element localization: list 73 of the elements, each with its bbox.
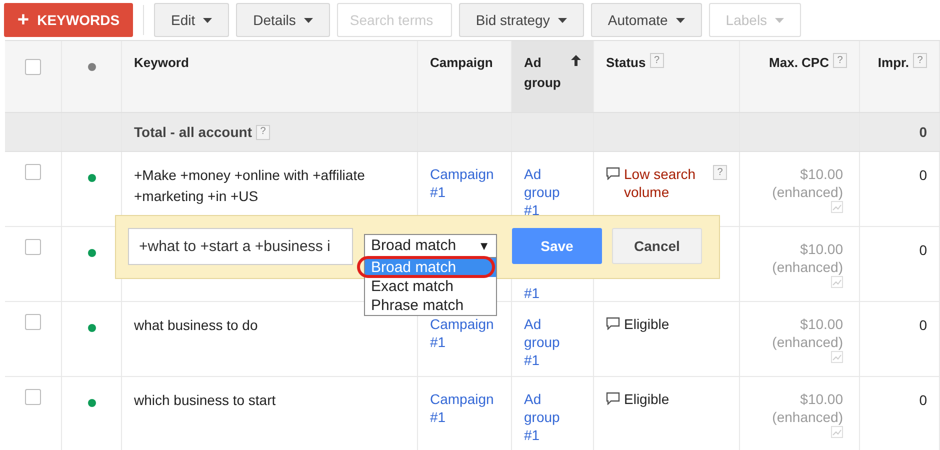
match-type-option[interactable]: Exact match — [365, 277, 496, 296]
status-text: Low search volume — [624, 165, 697, 201]
bid-note: (enhanced) — [772, 183, 843, 201]
column-label: Status — [606, 54, 646, 72]
checkbox[interactable] — [25, 389, 41, 405]
checkbox[interactable] — [25, 59, 41, 75]
chart-icon[interactable] — [831, 351, 843, 363]
campaign-link[interactable]: Campaign #1 — [430, 315, 499, 351]
impressions-value: 0 — [919, 317, 927, 333]
column-header[interactable]: Campaign — [418, 41, 512, 112]
caret-icon — [676, 18, 685, 22]
add-keywords-button[interactable]: + KEYWORDS — [4, 3, 133, 37]
ad-group-link[interactable]: Ad group #1 — [524, 165, 568, 219]
bid-note: (enhanced) — [772, 258, 843, 276]
column-label: Max. CPC — [769, 54, 829, 72]
checkbox[interactable] — [25, 314, 41, 330]
ad-group-link[interactable]: #1 — [524, 284, 540, 302]
bid-note: (enhanced) — [772, 333, 843, 351]
keyword-text: +Make +money +online with +affiliate +marketing +in +US — [134, 167, 365, 204]
chart-icon[interactable] — [831, 201, 843, 213]
checkbox[interactable] — [25, 239, 41, 255]
speech-bubble-icon — [606, 167, 620, 180]
column-label: Keyword — [134, 54, 189, 72]
help-icon[interactable]: ? — [256, 124, 270, 140]
ad-group-link[interactable]: Ad group #1 — [524, 315, 568, 369]
caret-icon — [558, 18, 567, 22]
caret-icon — [304, 18, 313, 22]
chart-icon[interactable] — [831, 426, 843, 438]
impressions-value: 0 — [919, 392, 927, 408]
help-icon[interactable]: ? — [913, 53, 927, 68]
menu-button[interactable]: Automate — [590, 3, 702, 37]
max-cpc-value: $10.00 — [800, 240, 843, 258]
impressions-value: 0 — [919, 167, 927, 183]
total-label: Total - all account — [134, 122, 252, 142]
menu-button[interactable]: Details — [236, 3, 330, 37]
column-label: Campaign — [430, 54, 493, 72]
max-cpc-value: $10.00 — [800, 165, 843, 183]
match-type-option[interactable]: Phrase match — [365, 296, 496, 315]
column-header[interactable]: Impr. ? — [860, 41, 940, 112]
campaign-link[interactable]: Campaign #1 — [430, 390, 499, 426]
ad-group-link[interactable]: Ad group #1 — [524, 390, 568, 444]
bid-note: (enhanced) — [772, 408, 843, 426]
chart-icon[interactable] — [831, 276, 843, 288]
campaign-link[interactable]: Campaign #1 — [430, 165, 499, 201]
caret-icon — [203, 18, 212, 22]
keyword-text: what business to do — [134, 317, 258, 333]
caret-icon — [775, 18, 784, 22]
column-header[interactable]: Status ? — [594, 41, 740, 112]
column-header[interactable]: Max. CPC ? — [740, 41, 860, 112]
match-type-select[interactable]: Broad match ▼ — [364, 234, 497, 258]
impressions-value: 0 — [919, 242, 927, 258]
status-text: Eligible — [624, 315, 670, 333]
keyword-text: which business to start — [134, 392, 276, 408]
column-label: Ad group — [524, 54, 562, 92]
max-cpc-value: $10.00 — [800, 390, 843, 408]
speech-bubble-icon — [606, 392, 620, 405]
column-label: Impr. — [878, 54, 909, 72]
help-icon[interactable]: ? — [833, 53, 847, 68]
status-text: Eligible — [624, 390, 670, 408]
menu-button[interactable]: Edit — [154, 3, 230, 37]
impressions-total: 0 — [919, 122, 927, 142]
column-header[interactable]: Keyword — [122, 41, 418, 112]
save-button[interactable]: Save — [512, 228, 602, 264]
column-header[interactable]: Ad group — [512, 41, 594, 112]
max-cpc-value: $10.00 — [800, 315, 843, 333]
checkbox[interactable] — [25, 164, 41, 180]
help-icon[interactable]: ? — [713, 165, 727, 180]
sort-arrow-icon — [571, 55, 581, 66]
speech-bubble-icon — [606, 317, 620, 330]
cancel-button[interactable]: Cancel — [612, 228, 702, 264]
help-icon[interactable]: ? — [650, 53, 664, 68]
keyword-input[interactable]: +what to +start a +business i — [128, 228, 353, 265]
menu-button[interactable]: Bid strategy — [458, 3, 584, 37]
